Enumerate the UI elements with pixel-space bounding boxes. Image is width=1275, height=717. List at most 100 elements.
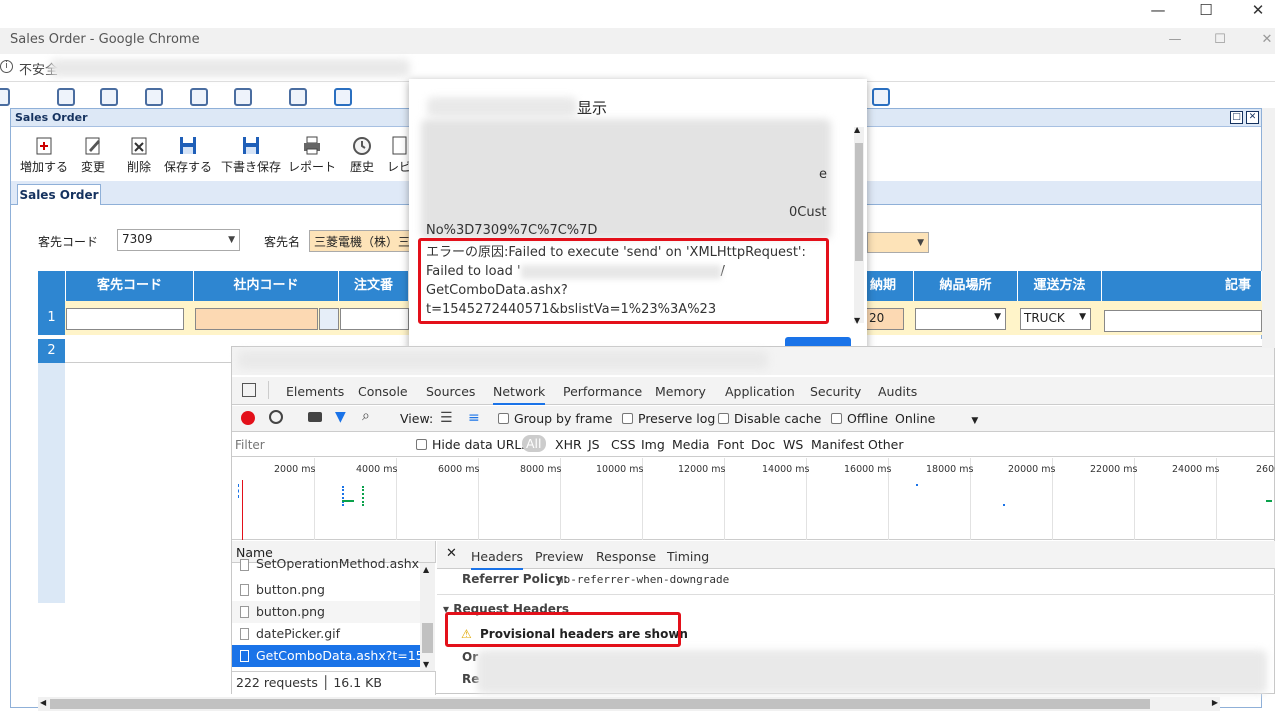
group-by-frame-checkbox[interactable]: Group by frame	[498, 411, 612, 426]
next-icon[interactable]	[872, 88, 890, 106]
throttling-select[interactable]: Online ▼	[895, 411, 978, 426]
close-icon[interactable]: ✕	[446, 546, 457, 561]
list-item[interactable]: button.png	[232, 601, 420, 623]
tab-memory[interactable]: Memory	[655, 384, 706, 399]
filter-font[interactable]: Font	[717, 437, 744, 452]
copy-icon[interactable]	[190, 88, 208, 106]
dialog-scrollbar-thumb[interactable]	[855, 143, 863, 261]
waterfall-view-icon[interactable]: ≡	[468, 410, 480, 426]
filter-doc[interactable]: Doc	[751, 437, 775, 452]
list-scrollbar[interactable]: ▲ ▼	[420, 563, 435, 671]
filter-xhr[interactable]: XHR	[555, 437, 582, 452]
column-header-internal-code[interactable]: 社内コード	[194, 271, 339, 301]
save-draft-button[interactable]: 下書き保存	[219, 134, 283, 180]
preserve-log-checkbox[interactable]: Preserve log	[622, 411, 715, 426]
notes-cell[interactable]	[1104, 310, 1262, 332]
filter-js[interactable]: JS	[588, 437, 600, 452]
filter-other[interactable]: Other	[868, 437, 904, 452]
camera-icon[interactable]	[308, 412, 322, 422]
tab-sales-order[interactable]: Sales Order	[17, 184, 101, 205]
network-timeline[interactable]: 2000 ms 4000 ms 6000 ms 8000 ms 10000 ms…	[232, 458, 1275, 540]
tab-timing[interactable]: Timing	[667, 549, 709, 564]
column-header-order-number[interactable]: 注文番	[339, 271, 409, 301]
delete-icon[interactable]	[100, 88, 118, 106]
lookup-icon[interactable]	[319, 308, 339, 330]
chevron-down-icon[interactable]: ▼	[917, 238, 924, 248]
column-header-shipping-method[interactable]: 運送方法	[1018, 271, 1102, 301]
tab-preview[interactable]: Preview	[535, 549, 584, 564]
edit-icon[interactable]	[57, 88, 75, 106]
clear-icon[interactable]	[269, 410, 283, 424]
scroll-down-icon[interactable]: ▼	[854, 316, 860, 325]
add-button[interactable]: 増加する	[17, 134, 71, 180]
chrome-maximize-button[interactable]: ☐	[1200, 30, 1240, 52]
chevron-down-icon[interactable]: ▼	[1079, 312, 1086, 322]
order-number-cell[interactable]	[340, 308, 409, 330]
tab-response[interactable]: Response	[596, 549, 656, 564]
customer-name-combo-end[interactable]: ▼	[867, 232, 929, 253]
filter-ws[interactable]: WS	[783, 437, 803, 452]
change-button[interactable]: 変更	[77, 134, 109, 180]
review-button[interactable]: レビ	[387, 134, 411, 180]
maximize-button[interactable]: ☐	[1186, 0, 1226, 22]
minimize-button[interactable]: —	[1138, 0, 1178, 22]
close-icon[interactable]: ✕	[1246, 111, 1259, 124]
page-horizontal-scrollbar[interactable]: ◀ ▶	[38, 697, 1220, 711]
filter-all[interactable]: All	[522, 435, 546, 452]
filter-input[interactable]	[235, 436, 403, 454]
filter-css[interactable]: CSS	[611, 437, 636, 452]
dialog-scrollbar[interactable]: ▲ ▼	[854, 125, 864, 325]
tab-sources[interactable]: Sources	[426, 384, 475, 399]
list-item-selected[interactable]: GetComboData.ashx?t=15452	[232, 645, 420, 667]
chrome-minimize-button[interactable]: —	[1155, 30, 1195, 52]
filter-manifest[interactable]: Manifest	[811, 437, 864, 452]
list-view-icon[interactable]: ☰	[440, 410, 453, 426]
tab-console[interactable]: Console	[358, 384, 408, 399]
scroll-up-icon[interactable]: ▲	[854, 125, 860, 134]
info-icon[interactable]: i	[0, 60, 13, 73]
print-icon[interactable]	[234, 88, 252, 106]
record-icon[interactable]	[241, 411, 255, 425]
history-button[interactable]: 歴史	[347, 134, 377, 180]
delivery-location-select[interactable]: ▼	[915, 308, 1006, 330]
refresh-icon[interactable]	[145, 88, 163, 106]
filter-media[interactable]: Media	[672, 437, 710, 452]
customer-code-combo[interactable]: 7309 ▼	[117, 229, 240, 251]
list-item[interactable]: SetOperationMethod.ashx	[232, 557, 420, 571]
list-item[interactable]: datePicker.gif	[232, 623, 420, 645]
tab-security[interactable]: Security	[810, 384, 861, 399]
column-header-delivery-location[interactable]: 納品場所	[914, 271, 1018, 301]
tab-audits[interactable]: Audits	[878, 384, 917, 399]
search-icon[interactable]: ⌕	[362, 408, 370, 424]
column-header-notes[interactable]: 記事	[1102, 271, 1262, 301]
internal-code-cell[interactable]	[195, 308, 318, 330]
tab-elements[interactable]: Elements	[286, 384, 344, 399]
chevron-down-icon[interactable]: ▼	[994, 312, 1001, 322]
filter-icon[interactable]: ▼	[335, 409, 346, 425]
tab-network[interactable]: Network	[493, 384, 546, 405]
sync-icon[interactable]	[334, 88, 352, 106]
page-vertical-scrollbar[interactable]	[1262, 108, 1275, 348]
delivery-date-cell[interactable]: 20	[866, 308, 904, 330]
customer-code-cell[interactable]	[66, 308, 184, 330]
column-header-customer-code[interactable]: 客先コード	[66, 271, 194, 301]
tab-application[interactable]: Application	[725, 384, 795, 399]
tab-performance[interactable]: Performance	[563, 384, 642, 399]
save-button[interactable]: 保存する	[163, 134, 213, 180]
disable-cache-checkbox[interactable]: Disable cache	[718, 411, 821, 426]
hide-data-urls-checkbox[interactable]: Hide data URLs	[416, 437, 528, 452]
customer-name-combo[interactable]: 三菱電機（株）三	[309, 230, 413, 252]
search-icon[interactable]	[289, 88, 307, 106]
filter-img[interactable]: Img	[641, 437, 665, 452]
shipping-method-select[interactable]: TRUCK ▼	[1020, 308, 1091, 330]
column-header-delivery-date[interactable]: 納期	[866, 271, 914, 301]
report-button[interactable]: レポート	[287, 134, 337, 180]
delete-button[interactable]: 削除	[123, 134, 155, 180]
chevron-down-icon[interactable]: ▼	[228, 235, 235, 245]
list-item[interactable]: button.png	[232, 579, 420, 601]
chrome-close-button[interactable]: ✕	[1247, 30, 1275, 52]
tab-headers[interactable]: Headers	[471, 549, 524, 570]
inspect-icon[interactable]	[242, 383, 256, 397]
app-icon[interactable]	[0, 88, 10, 106]
close-button[interactable]: ✕	[1238, 0, 1275, 22]
